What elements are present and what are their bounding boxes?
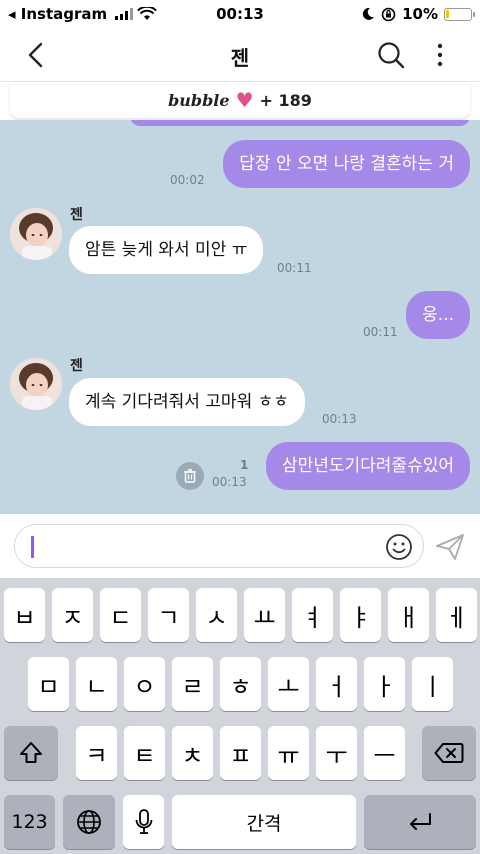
key[interactable]: ㅅ	[196, 588, 237, 642]
return-icon	[410, 813, 431, 830]
trash-icon[interactable]	[176, 462, 204, 490]
previous-message-bubble	[130, 120, 470, 126]
message-time: 00:13	[322, 412, 357, 426]
key[interactable]: ㄹ	[172, 657, 213, 711]
key[interactable]: ㄱ	[148, 588, 189, 642]
avatar-image	[10, 358, 62, 410]
key[interactable]: ㅓ	[316, 657, 357, 711]
message-time: 00:13	[212, 475, 247, 489]
key[interactable]: ㅠ	[268, 726, 309, 780]
key[interactable]: ㅣ	[412, 657, 453, 711]
key[interactable]: ㅗ	[268, 657, 309, 711]
message-input[interactable]	[14, 524, 424, 568]
microphone-key[interactable]	[123, 795, 164, 849]
numbers-key[interactable]: 123	[4, 795, 55, 849]
message-input-bar	[0, 514, 480, 578]
unread-count: 1	[240, 458, 249, 472]
message-time: 00:11	[363, 325, 398, 339]
microphone-icon	[135, 809, 152, 834]
key[interactable]: ㅜ	[316, 726, 357, 780]
paper-plane-icon[interactable]	[434, 532, 466, 562]
key[interactable]: ㅐ	[388, 588, 429, 642]
message-bubble-them[interactable]: 계속 기다려줘서 고마워 ㅎㅎ	[69, 378, 305, 426]
message-bubble-them[interactable]: 암튼 늦게 와서 미안 ㅠ	[69, 226, 264, 274]
key[interactable]: ㅁ	[28, 657, 69, 711]
chat-header: 젠	[0, 28, 480, 82]
key[interactable]: ㄷ	[100, 588, 141, 642]
chat-title: 젠	[230, 46, 250, 70]
backspace-key[interactable]	[422, 726, 476, 780]
key[interactable]: ㅕ	[292, 588, 333, 642]
sender-name: 젠	[70, 358, 83, 374]
more-vertical-icon[interactable]	[430, 40, 450, 70]
text-caret	[31, 536, 34, 558]
globe-key[interactable]	[63, 795, 115, 849]
message-bubble-me[interactable]: 웅...	[406, 291, 470, 339]
key[interactable]: ㅏ	[364, 657, 405, 711]
key[interactable]: ㅋ	[76, 726, 117, 780]
chat-area: 답장 안 오면 나랑 결혼하는 거 00:02 젠 암튼 늦게 와서 미안 ㅠ …	[0, 120, 480, 514]
key[interactable]: ㅊ	[172, 726, 213, 780]
avatar-image	[10, 208, 62, 260]
status-right: 10%	[361, 5, 475, 23]
battery-icon	[444, 7, 475, 21]
key[interactable]: ㅍ	[220, 726, 261, 780]
key[interactable]: ㅇ	[124, 657, 165, 711]
bubble-banner[interactable]: bubble ♥ + 189	[10, 82, 470, 118]
key[interactable]: ㅂ	[4, 588, 45, 642]
space-key[interactable]: 간격	[172, 795, 356, 849]
keyboard: ㅂ ㅈ ㄷ ㄱ ㅅ ㅛ ㅕ ㅑ ㅐ ㅔ ㅁ ㄴ ㅇ ㄹ ㅎ ㅗ ㅓ ㅏ ㅣ ㅋ …	[0, 578, 480, 854]
key[interactable]: ㅔ	[436, 588, 477, 642]
message-bubble-me[interactable]: 삼만년도기다려줄슈있어	[265, 442, 470, 490]
banner-area: bubble ♥ + 189	[0, 82, 480, 120]
message-bubble-me[interactable]: 답장 안 오면 나랑 결혼하는 거	[223, 140, 470, 188]
avatar[interactable]	[10, 358, 62, 410]
moon-icon	[362, 7, 375, 20]
sender-name: 젠	[70, 207, 83, 223]
shift-icon	[20, 742, 42, 763]
avatar[interactable]	[10, 208, 62, 260]
globe-icon	[77, 810, 101, 834]
banner-count: + 189	[259, 90, 312, 110]
message-time: 00:02	[170, 173, 205, 187]
key[interactable]: ㅑ	[340, 588, 381, 642]
return-key[interactable]	[364, 795, 476, 849]
key[interactable]: ㅌ	[124, 726, 165, 780]
battery-percent: 10%	[402, 5, 438, 23]
key[interactable]: ㄴ	[76, 657, 117, 711]
key[interactable]: ㅛ	[244, 588, 285, 642]
message-time: 00:11	[277, 261, 312, 275]
status-bar: ◂ Instagram 00:13 10%	[0, 0, 480, 28]
rotation-lock-icon	[381, 7, 396, 21]
banner-brand: bubble	[168, 90, 230, 110]
smiley-icon[interactable]	[385, 533, 413, 561]
key[interactable]: ㅈ	[52, 588, 93, 642]
key[interactable]: ㅎ	[220, 657, 261, 711]
heart-icon: ♥	[235, 88, 254, 112]
key[interactable]: ㅡ	[364, 726, 405, 780]
search-icon[interactable]	[376, 40, 406, 70]
backspace-icon	[434, 743, 464, 763]
shift-key[interactable]	[4, 726, 58, 780]
